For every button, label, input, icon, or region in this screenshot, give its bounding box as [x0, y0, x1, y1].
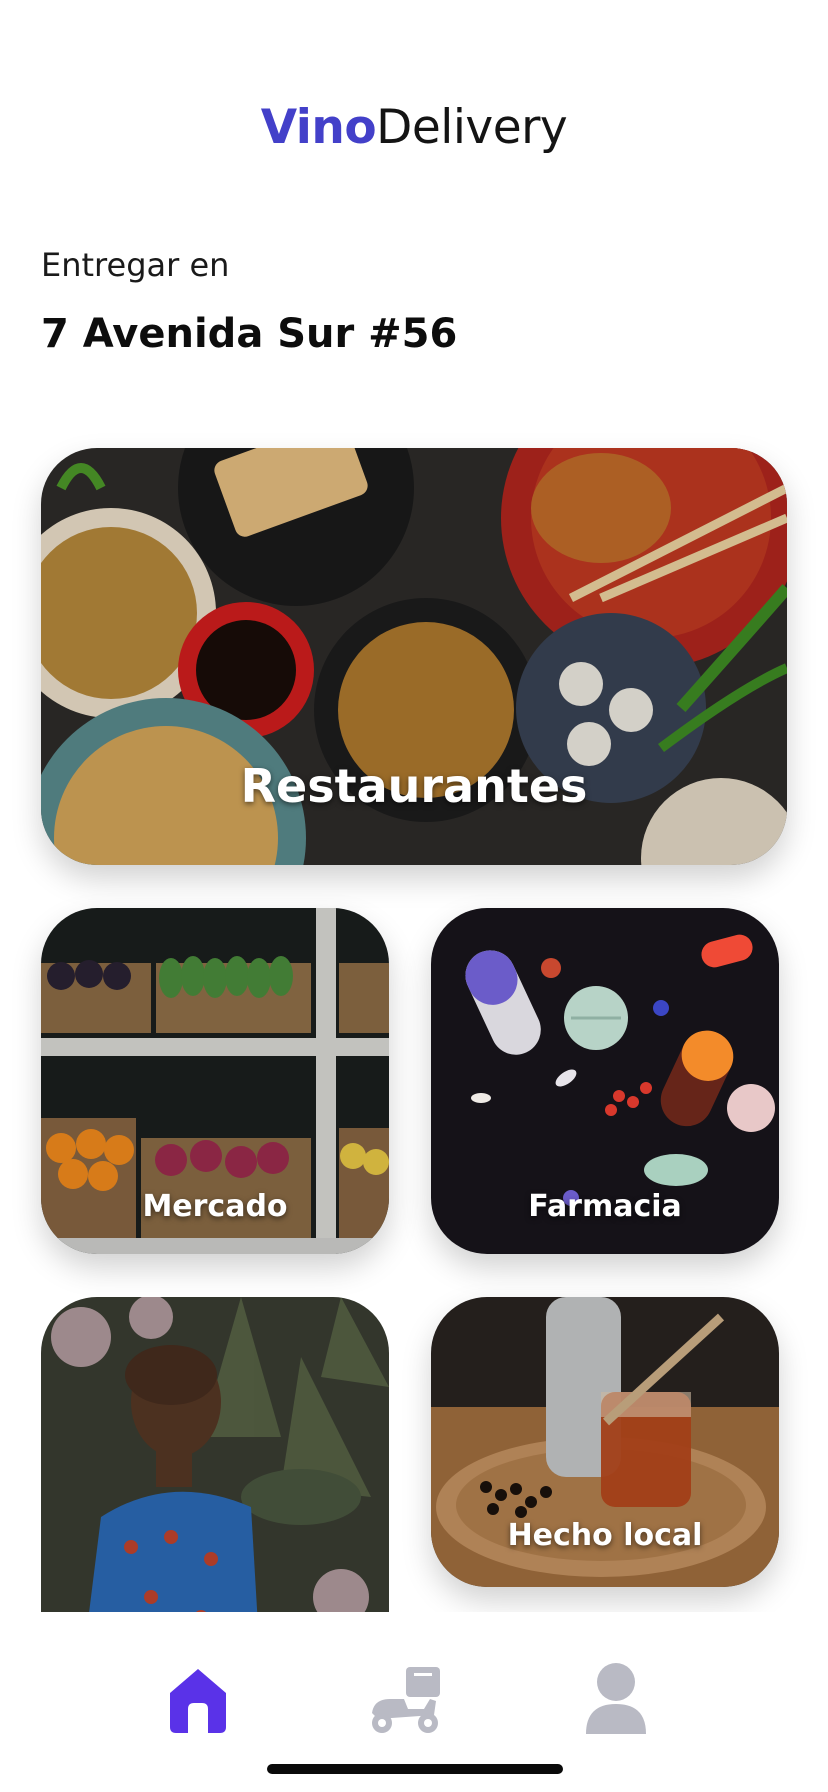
category-label: Restaurantes	[240, 759, 588, 813]
brand-name-bold: Vino	[260, 100, 377, 155]
category-card-pharmacy[interactable]: Farmacia	[431, 908, 779, 1254]
tab-deliveries[interactable]	[360, 1654, 450, 1744]
app-title: VinoDelivery	[0, 100, 828, 155]
category-card-local[interactable]: Hecho local	[431, 1297, 779, 1587]
home-screen: VinoDelivery Entregar en 7 Avenida Sur #…	[0, 0, 828, 1792]
brand-name-light: Delivery	[376, 100, 568, 155]
delivery-label: Entregar en	[41, 246, 230, 284]
category-label: Farmacia	[528, 1189, 682, 1224]
category-card-market[interactable]: Mercado	[41, 908, 389, 1254]
home-icon	[170, 1669, 226, 1733]
home-indicator	[267, 1764, 563, 1774]
category-label: Hecho local	[507, 1518, 703, 1553]
category-card-restaurants[interactable]: Restaurantes	[41, 448, 787, 865]
delivery-address[interactable]: 7 Avenida Sur #56	[41, 311, 457, 357]
user-icon	[586, 1663, 646, 1734]
category-label: Mercado	[142, 1189, 288, 1224]
delivery-scooter-icon	[372, 1667, 440, 1733]
tab-profile[interactable]	[571, 1654, 661, 1744]
tab-home[interactable]	[153, 1654, 243, 1744]
